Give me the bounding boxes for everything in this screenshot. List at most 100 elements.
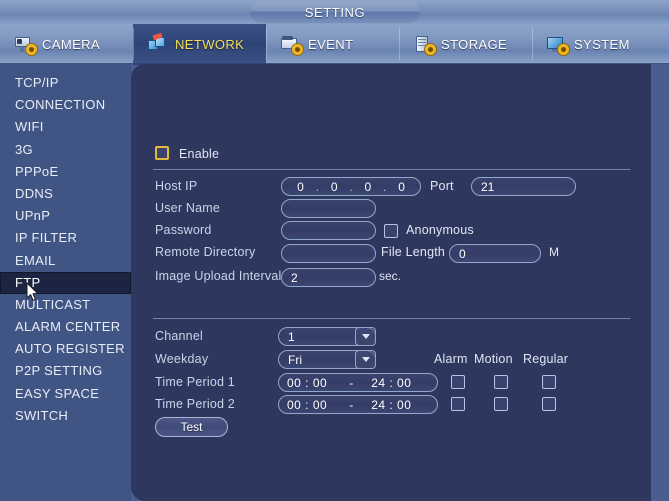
network-sidebar: TCP/IP CONNECTION WIFI 3G PPPoE DDNS UPn… bbox=[0, 64, 131, 501]
sidebar-item-easy-space[interactable]: EASY SPACE bbox=[0, 383, 131, 405]
sidebar-item-label: FTP bbox=[15, 274, 41, 290]
time-period-1-label: Time Period 1 bbox=[155, 375, 235, 389]
time-period-2-alarm-checkbox[interactable] bbox=[451, 397, 465, 411]
port-label: Port bbox=[430, 179, 454, 193]
tab-camera[interactable]: CAMERA bbox=[0, 24, 133, 64]
image-upload-interval-label: Image Upload Interval bbox=[155, 269, 282, 283]
time-period-2-motion-checkbox[interactable] bbox=[494, 397, 508, 411]
time-period-1-motion-checkbox[interactable] bbox=[494, 375, 508, 389]
channel-label: Channel bbox=[155, 329, 203, 343]
sidebar-item-label: PPPoE bbox=[15, 163, 59, 179]
time-period-2-start[interactable]: 00 : 00 bbox=[287, 398, 327, 412]
column-header-regular: Regular bbox=[523, 352, 569, 366]
sidebar-item-label: ALARM CENTER bbox=[15, 319, 121, 335]
anonymous-checkbox[interactable] bbox=[384, 224, 398, 238]
host-ip-octet-3[interactable]: 0 bbox=[355, 180, 380, 194]
tab-system[interactable]: SYSTEM bbox=[532, 24, 665, 64]
test-button[interactable]: Test bbox=[155, 417, 228, 437]
window-title-bar: SETTING bbox=[0, 0, 669, 24]
sidebar-item-auto-register[interactable]: AUTO REGISTER bbox=[0, 338, 131, 360]
tab-event-label: EVENT bbox=[308, 36, 354, 52]
time-period-2-label: Time Period 2 bbox=[155, 397, 235, 411]
image-upload-interval-input[interactable]: 2 bbox=[281, 268, 376, 287]
enable-checkbox[interactable] bbox=[155, 146, 169, 160]
sidebar-item-label: IP FILTER bbox=[15, 230, 78, 246]
password-input[interactable] bbox=[281, 221, 376, 240]
column-header-alarm: Alarm bbox=[434, 352, 468, 366]
sidebar-item-ip-filter[interactable]: IP FILTER bbox=[0, 227, 131, 249]
time-period-2-regular-checkbox[interactable] bbox=[542, 397, 556, 411]
password-label: Password bbox=[155, 223, 212, 237]
chevron-down-icon[interactable] bbox=[355, 327, 376, 346]
host-ip-octet-1[interactable]: 0 bbox=[288, 180, 313, 194]
tab-network[interactable]: NETWORK bbox=[133, 24, 266, 65]
hdd-gear-icon bbox=[413, 34, 436, 55]
port-input[interactable]: 21 bbox=[471, 177, 576, 196]
weekday-select-value: Fri bbox=[288, 352, 302, 367]
host-ip-octet-2[interactable]: 0 bbox=[322, 180, 347, 194]
sidebar-item-label: CONNECTION bbox=[15, 97, 106, 113]
anonymous-label: Anonymous bbox=[406, 223, 474, 237]
file-length-unit: M bbox=[549, 245, 559, 259]
host-ip-separator: . bbox=[349, 179, 353, 194]
time-period-1-end[interactable]: 24 : 00 bbox=[371, 376, 411, 390]
sidebar-item-label: TCP/IP bbox=[15, 75, 59, 90]
host-ip-label: Host IP bbox=[155, 179, 198, 193]
sidebar-item-label: AUTO REGISTER bbox=[15, 341, 125, 357]
sidebar-item-label: 3G bbox=[15, 141, 33, 157]
sidebar-item-3g[interactable]: 3G bbox=[0, 139, 131, 161]
sidebar-item-ftp[interactable]: FTP bbox=[0, 271, 131, 294]
tab-network-label: NETWORK bbox=[175, 36, 245, 52]
monitor-gear-icon bbox=[546, 34, 569, 55]
sidebar-item-label: DDNS bbox=[15, 185, 54, 201]
file-length-input[interactable]: 0 bbox=[449, 244, 541, 263]
sidebar-item-label: EMAIL bbox=[15, 252, 56, 268]
tab-event[interactable]: EVENT bbox=[266, 24, 399, 64]
event-gear-icon bbox=[280, 34, 303, 55]
user-name-input[interactable] bbox=[281, 199, 376, 218]
sidebar-item-pppoe[interactable]: PPPoE bbox=[0, 161, 131, 183]
sidebar-item-tcpip[interactable]: TCP/IP bbox=[0, 72, 131, 94]
host-ip-octet-4[interactable]: 0 bbox=[389, 180, 414, 194]
sidebar-item-switch[interactable]: SWITCH bbox=[0, 405, 131, 427]
sidebar-item-wifi[interactable]: WIFI bbox=[0, 116, 131, 138]
host-ip-separator: . bbox=[383, 179, 387, 194]
time-period-1-regular-checkbox[interactable] bbox=[542, 375, 556, 389]
sidebar-item-label: SWITCH bbox=[15, 407, 69, 423]
panel-right-gutter bbox=[651, 64, 669, 501]
remote-directory-input[interactable] bbox=[281, 244, 376, 263]
sidebar-item-label: EASY SPACE bbox=[15, 385, 100, 401]
weekday-select[interactable]: Fri bbox=[278, 350, 376, 369]
time-period-1-dash: - bbox=[349, 375, 354, 390]
tab-storage[interactable]: STORAGE bbox=[399, 24, 532, 64]
sidebar-item-alarm-center[interactable]: ALARM CENTER bbox=[0, 316, 131, 338]
host-ip-separator: . bbox=[315, 179, 319, 194]
time-period-2-end[interactable]: 24 : 00 bbox=[371, 398, 411, 412]
sidebar-item-label: P2P SETTING bbox=[15, 363, 103, 379]
channel-select[interactable]: 1 bbox=[278, 327, 376, 346]
sidebar-item-ddns[interactable]: DDNS bbox=[0, 183, 131, 205]
time-period-2-range[interactable]: 00 : 00 - 24 : 00 bbox=[278, 395, 438, 414]
tab-storage-label: STORAGE bbox=[441, 36, 508, 52]
time-period-1-alarm-checkbox[interactable] bbox=[451, 375, 465, 389]
divider-top bbox=[153, 169, 630, 170]
sidebar-item-label: WIFI bbox=[15, 119, 44, 135]
tab-system-label: SYSTEM bbox=[574, 36, 630, 52]
divider-middle bbox=[153, 318, 630, 319]
sidebar-item-upnp[interactable]: UPnP bbox=[0, 205, 131, 227]
channel-select-value: 1 bbox=[288, 329, 295, 344]
sidebar-item-email[interactable]: EMAIL bbox=[0, 250, 131, 272]
sidebar-item-multicast[interactable]: MULTICAST bbox=[0, 294, 131, 316]
image-upload-interval-unit: sec. bbox=[379, 269, 402, 283]
time-period-1-range[interactable]: 00 : 00 - 24 : 00 bbox=[278, 373, 438, 392]
camera-gear-icon bbox=[14, 34, 37, 55]
weekday-label: Weekday bbox=[155, 352, 209, 366]
tab-camera-label: CAMERA bbox=[42, 36, 101, 52]
host-ip-input[interactable]: 0 . 0 . 0 . 0 bbox=[281, 177, 421, 196]
time-period-1-start[interactable]: 00 : 00 bbox=[287, 376, 327, 390]
sidebar-item-connection[interactable]: CONNECTION bbox=[0, 94, 131, 116]
main-tab-bar: CAMERA NETWORK EVENT STORAGE SYSTEM bbox=[0, 24, 669, 65]
chevron-down-icon[interactable] bbox=[355, 350, 376, 369]
sidebar-item-p2p-setting[interactable]: P2P SETTING bbox=[0, 360, 131, 382]
ftp-settings-panel: Enable Host IP 0 . 0 . 0 . 0 Port 21 Use… bbox=[131, 64, 651, 501]
